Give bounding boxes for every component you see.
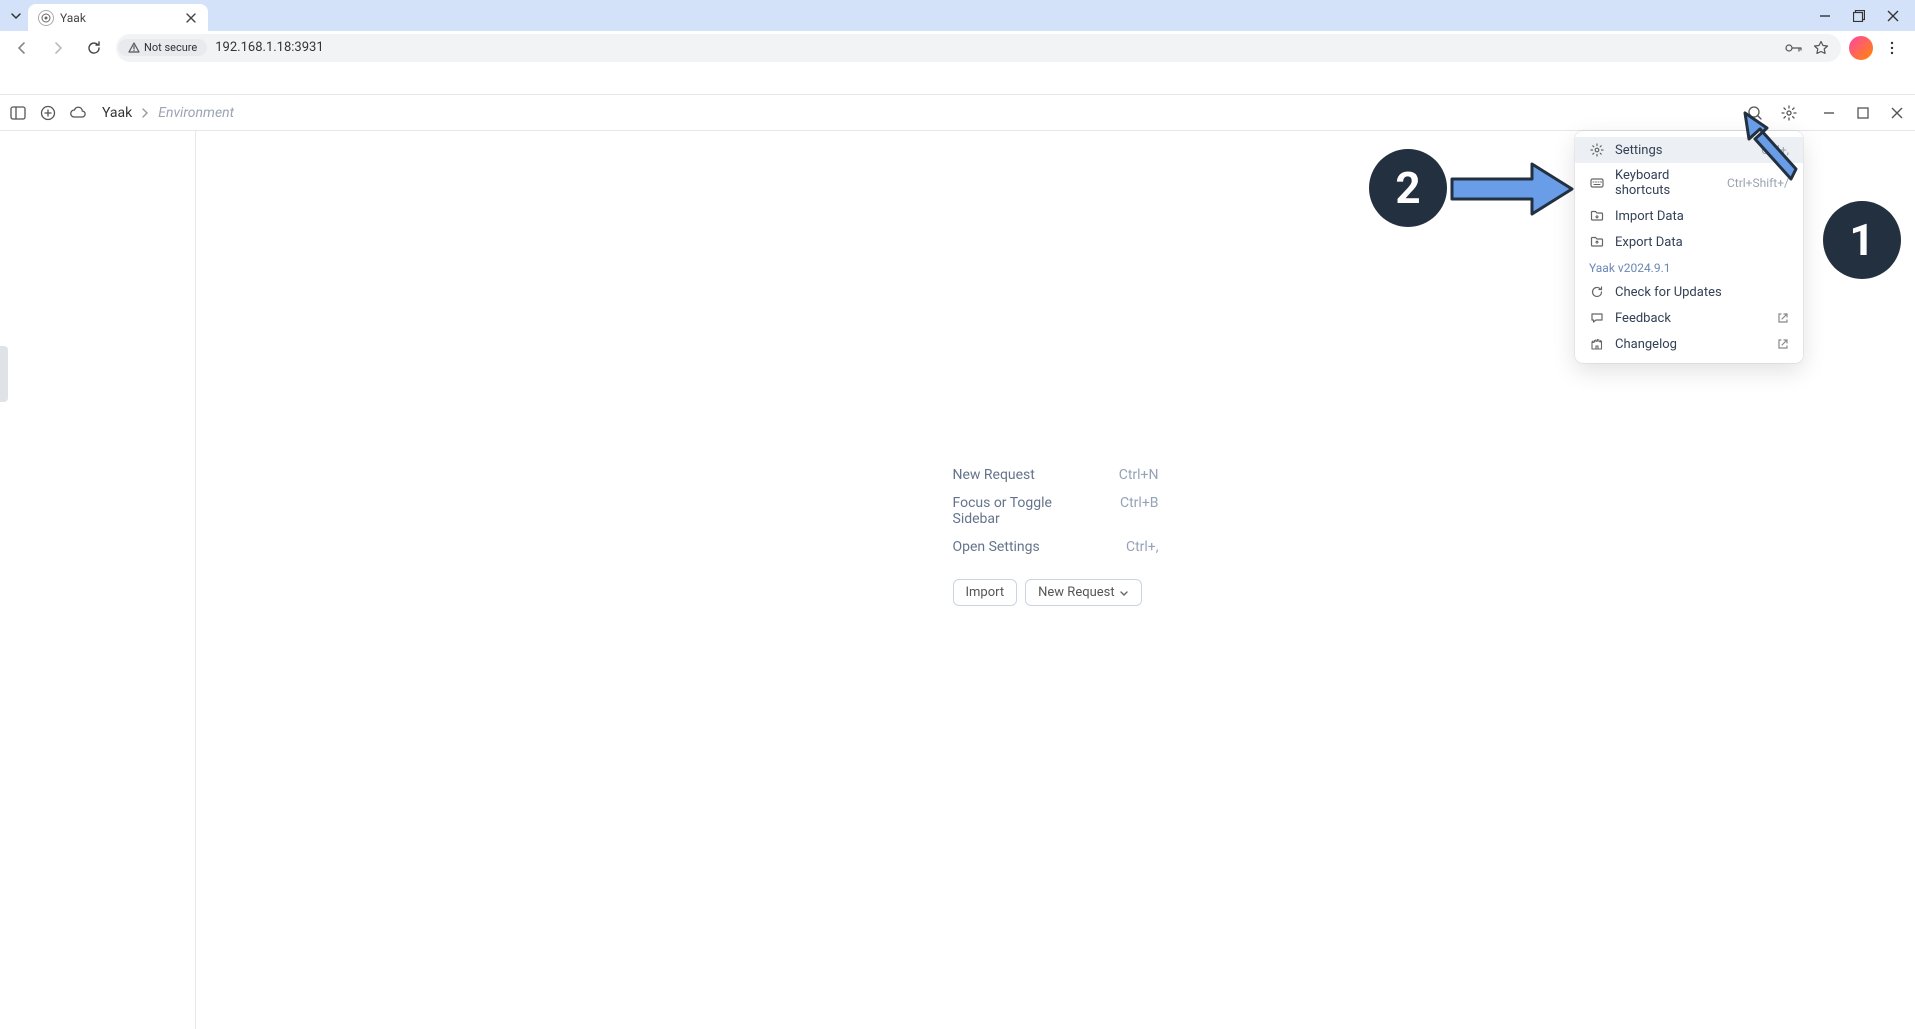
welcome-toggle-sidebar[interactable]: Focus or Toggle Sidebar Ctrl+B [953, 489, 1159, 533]
warning-icon [128, 42, 140, 54]
menu-item-import-data[interactable]: Import Data [1575, 203, 1803, 229]
external-link-icon [1777, 312, 1789, 324]
bookmark-star-icon[interactable] [1813, 40, 1829, 56]
browser-close-icon[interactable] [1885, 8, 1901, 24]
castle-icon [1589, 336, 1605, 352]
external-link-icon [1777, 338, 1789, 350]
browser-tab[interactable]: Yaak [28, 4, 208, 31]
chevron-down-icon [1119, 588, 1129, 598]
menu-item-label: Keyboard shortcuts [1615, 168, 1717, 198]
url-bar[interactable]: Not secure 192.168.1.18:3931 [116, 34, 1841, 62]
welcome-row-shortcut: Ctrl+B [1120, 495, 1159, 527]
app-toolbar: Yaak Environment [0, 95, 1915, 131]
refresh-icon [1589, 284, 1605, 300]
import-button[interactable]: Import [953, 579, 1018, 606]
menu-item-export-data[interactable]: Export Data [1575, 229, 1803, 255]
tab-list-dropdown[interactable] [4, 0, 28, 31]
new-request-button[interactable]: New Request [1025, 579, 1141, 606]
browser-window-controls [1803, 0, 1915, 31]
browser-minimize-icon[interactable] [1817, 8, 1833, 24]
not-secure-badge[interactable]: Not secure [118, 39, 207, 56]
annotation-badge-2: 2 [1369, 149, 1447, 227]
main-content: New Request Ctrl+N Focus or Toggle Sideb… [196, 131, 1915, 1029]
tab-favicon-icon [38, 10, 54, 26]
folder-export-icon [1589, 234, 1605, 250]
breadcrumb-workspace[interactable]: Yaak [102, 105, 132, 121]
app-maximize-icon[interactable] [1853, 103, 1873, 123]
welcome-row-shortcut: Ctrl+, [1126, 539, 1159, 555]
menu-item-label: Changelog [1615, 337, 1767, 352]
back-icon[interactable] [8, 34, 36, 62]
browser-maximize-icon[interactable] [1851, 8, 1867, 24]
add-icon[interactable] [38, 103, 58, 123]
menu-item-label: Export Data [1615, 235, 1789, 250]
welcome-panel: New Request Ctrl+N Focus or Toggle Sideb… [953, 461, 1159, 606]
menu-item-label: Settings [1615, 143, 1751, 158]
cloud-icon[interactable] [68, 103, 88, 123]
profile-avatar[interactable] [1849, 36, 1873, 60]
yaak-app: Yaak Environment New Request Ctrl+N [0, 94, 1915, 1029]
menu-item-label: Import Data [1615, 209, 1789, 224]
annotation-badge-1: 1 [1823, 201, 1901, 279]
annotation-badge-2-label: 2 [1395, 162, 1420, 214]
tab-title: Yaak [60, 11, 178, 25]
reload-icon[interactable] [80, 34, 108, 62]
tab-close-icon[interactable] [184, 11, 198, 25]
url-text: 192.168.1.18:3931 [215, 40, 1777, 55]
welcome-open-settings[interactable]: Open Settings Ctrl+, [953, 533, 1159, 561]
breadcrumb: Yaak Environment [102, 105, 234, 121]
menu-version-label: Yaak v2024.9.1 [1575, 255, 1803, 279]
new-request-button-label: New Request [1038, 585, 1114, 600]
sidebar-toggle-icon[interactable] [8, 103, 28, 123]
welcome-row-label: New Request [953, 467, 1035, 483]
annotation-arrow-2 [1447, 159, 1577, 219]
welcome-row-shortcut: Ctrl+N [1119, 467, 1159, 483]
welcome-row-label: Open Settings [953, 539, 1040, 555]
welcome-row-label: Focus or Toggle Sidebar [953, 495, 1060, 527]
gear-icon [1589, 142, 1605, 158]
menu-item-label: Check for Updates [1615, 285, 1789, 300]
browser-address-bar: Not secure 192.168.1.18:3931 [0, 31, 1915, 65]
menu-item-label: Feedback [1615, 311, 1767, 326]
menu-item-check-updates[interactable]: Check for Updates [1575, 279, 1803, 305]
annotation-arrow-1 [1743, 111, 1823, 206]
browser-menu-icon[interactable] [1885, 41, 1901, 55]
chevron-right-icon [140, 108, 150, 118]
menu-item-changelog[interactable]: Changelog [1575, 331, 1803, 357]
browser-tab-strip: Yaak [0, 0, 1915, 31]
chat-icon [1589, 310, 1605, 326]
breadcrumb-environment[interactable]: Environment [158, 105, 234, 121]
annotation-badge-1-label: 1 [1849, 214, 1874, 266]
menu-item-feedback[interactable]: Feedback [1575, 305, 1803, 331]
not-secure-label: Not secure [144, 41, 197, 54]
password-key-icon[interactable] [1785, 42, 1803, 54]
forward-icon[interactable] [44, 34, 72, 62]
folder-import-icon [1589, 208, 1605, 224]
sidebar [0, 131, 196, 1029]
welcome-new-request[interactable]: New Request Ctrl+N [953, 461, 1159, 489]
import-button-label: Import [966, 585, 1005, 600]
app-close-icon[interactable] [1887, 103, 1907, 123]
keyboard-icon [1589, 175, 1605, 191]
sidebar-handle[interactable] [0, 346, 8, 402]
